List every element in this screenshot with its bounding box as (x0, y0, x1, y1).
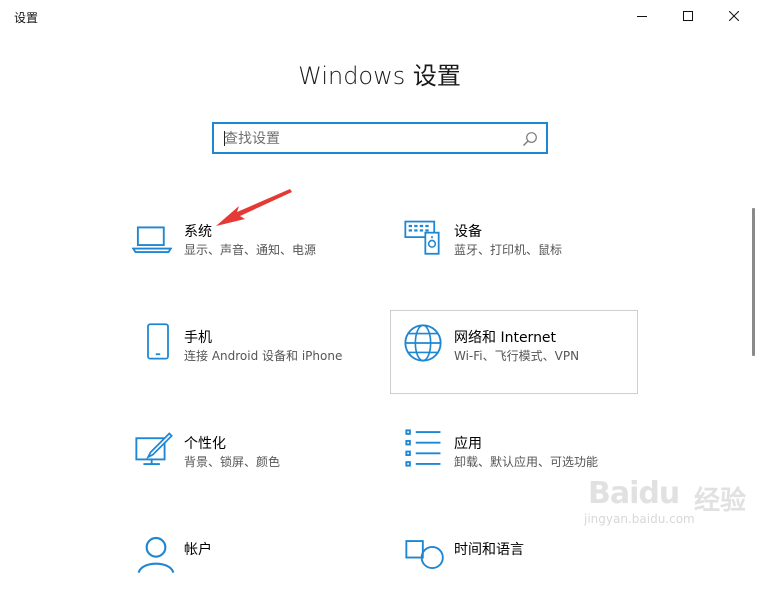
tile-devices[interactable]: 设备 蓝牙、打印机、鼠标 (392, 206, 640, 290)
account-icon (137, 536, 175, 574)
tile-network[interactable]: 网络和 Internet Wi-Fi、飞行模式、VPN (390, 310, 638, 394)
tile-desc: 卸载、默认应用、可选功能 (454, 455, 599, 469)
vertical-scrollbar-thumb[interactable] (752, 208, 755, 356)
globe-icon (404, 324, 442, 362)
phone-icon (147, 323, 169, 360)
time-language-icon (405, 540, 444, 570)
minimize-button[interactable] (619, 0, 665, 32)
tile-desc: 连接 Android 设备和 iPhone (184, 349, 343, 363)
tile-name: 帐户 (184, 542, 212, 558)
tile-desc: 蓝牙、打印机、鼠标 (454, 243, 563, 257)
tile-desc: 背景、锁屏、颜色 (184, 455, 281, 469)
tile-name: 设备 (454, 224, 482, 240)
maximize-button[interactable] (665, 0, 711, 32)
annotation-arrow-icon (216, 189, 292, 226)
title-bar: 设置 (0, 0, 759, 32)
search-box[interactable] (212, 122, 548, 154)
close-button[interactable] (711, 0, 757, 32)
tile-personalization[interactable]: 个性化 背景、锁屏、颜色 (124, 418, 372, 502)
devices-icon (404, 220, 440, 255)
search-icon[interactable] (522, 131, 538, 147)
apps-icon (405, 429, 441, 467)
tile-name: 时间和语言 (454, 542, 524, 558)
tile-desc: Wi-Fi、飞行模式、VPN (454, 349, 580, 363)
watermark-brand: Baidu (588, 476, 680, 511)
tile-name: 个性化 (184, 436, 226, 452)
page-title: Windows 设置 (298, 62, 461, 90)
tile-name: 应用 (454, 436, 482, 452)
settings-window: 设置 Windows 设置 系统 显示、声音、通知、电源 (0, 0, 759, 574)
window-title: 设置 (14, 11, 39, 25)
maximize-icon (683, 11, 693, 21)
baidu-jingyan-watermark: Baidu 经验 jingyan.baidu.com (582, 474, 754, 530)
search-input[interactable] (222, 128, 516, 150)
watermark-brand-cn: 经验 (694, 486, 747, 516)
minimize-icon (637, 16, 647, 17)
tile-time-language[interactable]: 时间和语言 (392, 524, 640, 608)
watermark-url: jingyan.baidu.com (584, 512, 695, 526)
tile-account[interactable]: 帐户 (124, 524, 372, 608)
tile-name: 系统 (184, 224, 212, 240)
tile-desc: 显示、声音、通知、电源 (184, 243, 317, 257)
tile-phone[interactable]: 手机 连接 Android 设备和 iPhone (124, 312, 372, 396)
close-icon (729, 11, 739, 21)
personalization-icon (135, 432, 173, 466)
laptop-icon (132, 226, 172, 254)
tile-name: 手机 (184, 330, 212, 346)
tile-name: 网络和 Internet (454, 330, 557, 346)
